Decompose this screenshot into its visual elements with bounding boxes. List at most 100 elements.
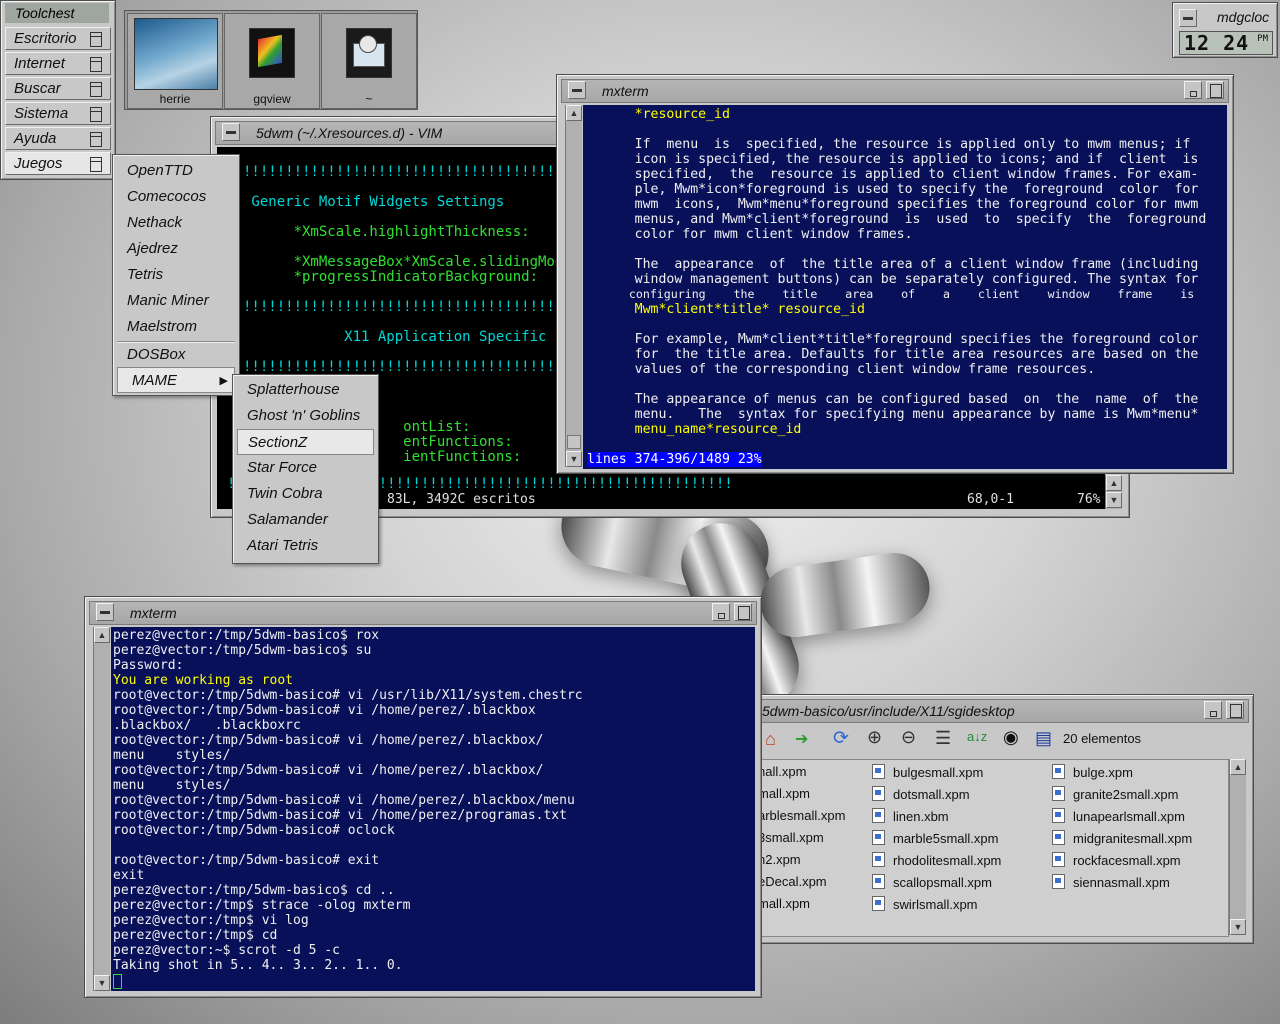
menu-item-splatterhouse[interactable]: Splatterhouse [233,377,378,403]
scroll-down-arrow[interactable]: ▼ [1106,492,1122,508]
man-status-line: lines 374-396/1489 23% [587,452,762,467]
shell-line: exit [113,868,145,883]
menu-item-tetris[interactable]: Tetris [113,262,239,288]
file-item[interactable]: swirlsmall.xpm [872,896,978,912]
scroll-down-arrow[interactable]: ▼ [94,975,110,991]
menu-item-sectionz[interactable]: SectionZ [237,429,374,455]
scroll-up-arrow[interactable]: ▲ [1106,475,1122,491]
file-item[interactable]: marble5small.xpm [872,830,998,846]
scroll-up-arrow[interactable]: ▲ [566,105,582,121]
minimize-button[interactable] [712,603,730,621]
zoom-out-icon[interactable]: ⊖ [901,727,916,748]
shell-terminal-window: mxterm ▲ ▼ perez@vector:/tmp/5dwm-basico… [84,596,762,998]
scroll-down-arrow[interactable]: ▼ [566,451,582,467]
file-name: granite2small.xpm [1073,787,1179,802]
image-file-icon [1052,808,1065,823]
vim-status-message: 83L, 3492C escritos [387,492,536,507]
menu-item-mame[interactable]: MAME ▶ [117,367,235,393]
menu-item-star-force[interactable]: Star Force [233,455,378,481]
file-item[interactable]: lunapearlsmall.xpm [1052,808,1185,824]
zoom-in-icon[interactable]: ⊕ [867,727,882,748]
desktop-icon-home[interactable]: ~ [321,13,417,109]
menu-item-openttd[interactable]: OpenTTD [113,158,239,184]
details-icon[interactable]: ▤ [1035,728,1052,749]
refresh-icon[interactable]: ⟳ [833,727,849,750]
menu-item-ghosts-n-goblins[interactable]: Ghost 'n' Goblins [233,403,378,429]
menu-item-nethack[interactable]: Nethack [113,210,239,236]
man-line: mwm icons, Mwm*menu*foreground specifies… [587,197,1199,212]
sort-icon[interactable]: a↓z [967,729,987,744]
man-page-window: mxterm ▲ ▼ *resource_id If menu is speci… [556,74,1234,474]
file-item[interactable]: linen.xbm [872,808,949,824]
vim-cursor-position: 68,0-1 [967,492,1014,507]
window-menu-button[interactable] [568,81,586,99]
toolchest-item-ayuda[interactable]: Ayuda [5,127,111,150]
minimize-button[interactable] [1184,81,1202,99]
file-name: dotsmall.xpm [893,787,970,802]
man-scrollbar[interactable]: ▲ ▼ [565,105,582,467]
toolchest-item-internet[interactable]: Internet [5,52,111,75]
toolchest-title: Toolchest [5,3,109,23]
minimize-button[interactable] [1204,701,1222,719]
file-name: bulge.xpm [1073,765,1133,780]
window-menu-button[interactable] [96,603,114,621]
file-item[interactable]: dotsmall.xpm [872,786,970,802]
menu-item-comecocos[interactable]: Comecocos [113,184,239,210]
man-titlebar[interactable]: mxterm [561,79,1229,103]
toolchest-item-sistema[interactable]: Sistema [5,102,111,125]
file-name: siennasmall.xpm [1073,875,1170,890]
file-item[interactable]: granite2small.xpm [1052,786,1179,802]
maximize-button[interactable] [734,603,752,621]
toolchest-item-escritorio[interactable]: Escritorio [5,27,111,50]
file-item[interactable]: siennasmall.xpm [1052,874,1170,890]
window-menu-button[interactable] [222,123,240,141]
file-item[interactable]: midgranitesmall.xpm [1052,830,1192,846]
shell-titlebar[interactable]: mxterm [89,601,757,625]
image-file-icon [872,830,885,845]
vim-scrollbar[interactable]: ▲ ▼ [1105,475,1122,509]
file-toolbar: ⌂ ➔ ⟳ ⊕ ⊖ ☰ a↓z ◉ ▤ 20 elementos [745,725,1245,753]
shell-line: perez@vector:/tmp/5dwm-basico$ cd .. [113,883,395,898]
shell-line: root@vector:/tmp/5dwm-basico# exit [113,853,380,868]
terminal-cursor [113,974,122,989]
scroll-up-arrow[interactable]: ▲ [94,627,110,643]
file-item[interactable]: bulge.xpm [1052,764,1133,780]
desktop-icon-gqview[interactable]: gqview [224,13,320,109]
menu-item-maelstrom[interactable]: Maelstrom [113,314,239,340]
vim-line: *progressIndicatorBackground: ye [243,269,581,285]
file-item[interactable]: scallopsmall.xpm [872,874,992,890]
maximize-button[interactable] [1206,81,1224,99]
shell-line: You are working as root [113,673,294,688]
scroll-up-arrow[interactable]: ▲ [1230,759,1246,775]
scroll-thumb[interactable] [567,435,581,449]
scroll-down-arrow[interactable]: ▼ [1230,919,1246,935]
list-view-icon[interactable]: ☰ [935,728,951,749]
desktop-icon-herrie[interactable]: herrie [127,13,223,109]
shell-line: Password: [113,658,184,673]
menu-item-salamander[interactable]: Salamander [233,507,378,533]
maximize-button[interactable] [1226,701,1244,719]
eye-icon[interactable]: ◉ [1003,727,1019,748]
menu-item-manic-miner[interactable]: Manic Miner [113,288,239,314]
file-item[interactable]: bulgesmall.xpm [872,764,983,780]
window-menu-button[interactable] [1179,9,1197,27]
file-name: marble5small.xpm [893,831,999,846]
menu-item-dosbox[interactable]: DOSBox [113,342,239,368]
juegos-menu: OpenTTD Comecocos Nethack Ajedrez Tetris… [112,154,240,396]
forward-icon[interactable]: ➔ [795,729,808,749]
menu-item-ajedrez[interactable]: Ajedrez [113,236,239,262]
file-item[interactable]: rockfacesmall.xpm [1052,852,1181,868]
man-line: menu_name*resource_id [587,422,802,437]
home-folder-icon [346,28,392,78]
file-name: bulgesmall.xpm [893,765,984,780]
menu-item-twin-cobra[interactable]: Twin Cobra [233,481,378,507]
menu-item-atari-tetris[interactable]: Atari Tetris [233,533,378,559]
file-item[interactable]: rhodolitesmall.xpm [872,852,1001,868]
file-scrollbar[interactable]: ▲ ▼ [1229,759,1246,935]
file-manager-titlebar[interactable]: 5dwm-basico/usr/include/X11/sgidesktop [745,699,1249,723]
shell-scrollbar[interactable]: ▲ ▼ [93,627,110,991]
toolchest-item-juegos[interactable]: Juegos [5,152,111,175]
home-icon[interactable]: ⌂ [765,729,776,750]
toolchest-item-buscar[interactable]: Buscar [5,77,111,100]
